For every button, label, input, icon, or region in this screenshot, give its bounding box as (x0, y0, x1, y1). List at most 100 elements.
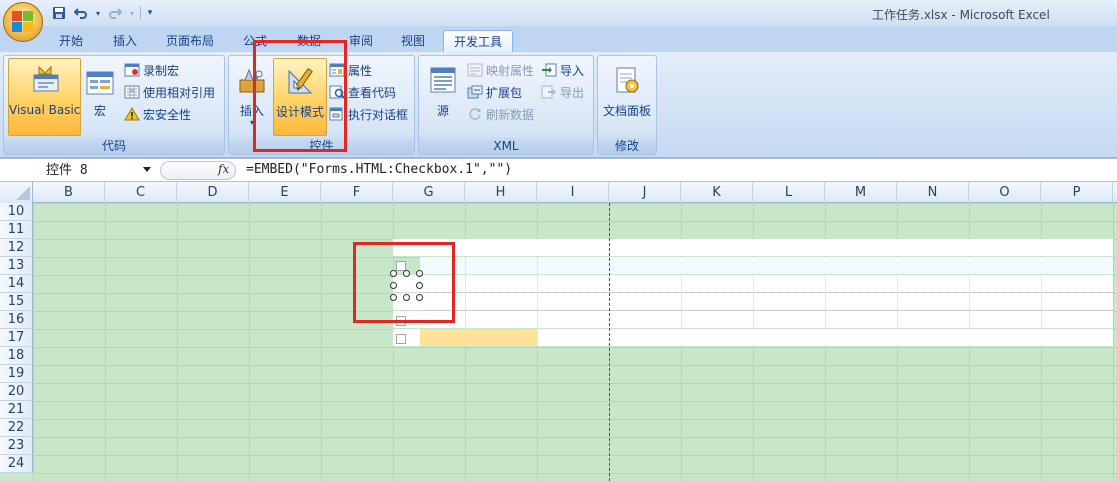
redo-icon[interactable] (106, 5, 124, 21)
export-icon (541, 85, 556, 99)
select-all-corner[interactable] (0, 182, 33, 203)
name-box-dropdown-icon[interactable] (143, 167, 151, 172)
row-header-24[interactable]: 24 (0, 455, 33, 473)
row-header-19[interactable]: 19 (0, 365, 33, 383)
row-header-14[interactable]: 14 (0, 275, 33, 293)
window-title: 工作任务.xlsx - Microsoft Excel (872, 8, 1050, 22)
design-mode-label: 设计模式 (275, 105, 324, 119)
xml-source-button[interactable]: 源 (423, 58, 463, 136)
column-header-m[interactable]: M (825, 182, 897, 203)
highlighted-cell[interactable] (420, 329, 537, 346)
record-macro-icon (124, 63, 140, 77)
save-icon[interactable] (50, 5, 68, 21)
resize-handle[interactable] (416, 270, 423, 277)
tab-developer[interactable]: 开发工具 (443, 30, 513, 52)
row-header-13[interactable]: 13 (0, 257, 33, 275)
visual-basic-button[interactable]: Visual Basic (8, 58, 81, 136)
document-panel-icon (616, 67, 639, 93)
column-header-g[interactable]: G (393, 182, 465, 203)
view-code-button[interactable]: 查看代码 (329, 82, 396, 102)
tab-data[interactable]: 数据 (286, 30, 332, 52)
tab-insert[interactable]: 插入 (102, 30, 148, 52)
row-header-20[interactable]: 20 (0, 383, 33, 401)
macros-button[interactable]: 宏 (84, 58, 116, 136)
column-header-e[interactable]: E (249, 182, 321, 203)
resize-handle[interactable] (403, 270, 410, 277)
refresh-data-button[interactable]: 刷新数据 (467, 104, 534, 124)
import-button[interactable]: 导入 (541, 60, 584, 80)
xml-source-label: 源 (436, 104, 449, 118)
worksheet-grid: B C D E F G H I J K L M N O P 10 11 12 1… (0, 182, 1117, 481)
row-header-12[interactable]: 12 (0, 239, 33, 257)
row-header-15[interactable]: 15 (0, 293, 33, 311)
map-properties-button[interactable]: 映射属性 (467, 60, 534, 80)
formula-bar: 控件 8 fx =EMBED("Forms.HTML:Checkbox.1","… (0, 158, 1117, 182)
insert-function-icon[interactable]: fx (218, 162, 229, 176)
selected-checkbox-control[interactable] (390, 270, 423, 301)
run-dialog-label: 执行对话框 (348, 107, 409, 122)
checkbox-control[interactable] (396, 334, 406, 344)
resize-handle[interactable] (416, 282, 423, 289)
tab-review[interactable]: 审阅 (338, 30, 384, 52)
row-header-16[interactable]: 16 (0, 311, 33, 329)
office-button[interactable] (3, 2, 43, 42)
checkbox-control[interactable] (396, 316, 406, 326)
column-header-j[interactable]: J (609, 182, 681, 203)
macro-security-button[interactable]: 宏安全性 (124, 104, 191, 124)
undo-icon[interactable] (72, 5, 90, 21)
column-header-b[interactable]: B (33, 182, 105, 203)
row-header-21[interactable]: 21 (0, 401, 33, 419)
visual-basic-icon (33, 65, 59, 92)
tab-home[interactable]: 开始 (48, 30, 94, 52)
macro-security-label: 宏安全性 (143, 107, 192, 122)
properties-label: 属性 (348, 63, 373, 78)
column-header-n[interactable]: N (897, 182, 969, 203)
relative-reference-icon (124, 85, 140, 99)
row-header-22[interactable]: 22 (0, 419, 33, 437)
column-header-i[interactable]: I (537, 182, 609, 203)
undo-dropdown-icon[interactable]: ▾ (94, 5, 102, 21)
resize-handle[interactable] (416, 294, 423, 301)
relative-reference-button[interactable]: 使用相对引用 (124, 82, 215, 102)
insert-control-label: 插入 (239, 104, 264, 118)
record-macro-button[interactable]: 录制宏 (124, 60, 179, 80)
row-header-17[interactable]: 17 (0, 329, 33, 347)
row-header-11[interactable]: 11 (0, 221, 33, 239)
column-header-h[interactable]: H (465, 182, 537, 203)
expansion-packs-button[interactable]: 扩展包 (467, 82, 522, 102)
row-header-23[interactable]: 23 (0, 437, 33, 455)
document-panel-button[interactable]: 文档面板 (600, 58, 654, 136)
resize-handle[interactable] (390, 270, 397, 277)
insert-control-button[interactable]: 插入 ▾ (233, 58, 271, 136)
row-header-18[interactable]: 18 (0, 347, 33, 365)
resize-handle[interactable] (390, 282, 397, 289)
insert-dropdown-icon: ▾ (249, 118, 254, 127)
row-header-10[interactable]: 10 (0, 203, 33, 221)
tab-view[interactable]: 视图 (390, 30, 436, 52)
formula-input[interactable]: =EMBED("Forms.HTML:Checkbox.1","") (246, 162, 512, 177)
code-group: Visual Basic 宏 录制宏 使用相对引用 宏安全性 代码 (3, 55, 225, 155)
column-header-o[interactable]: O (969, 182, 1041, 203)
name-box[interactable]: 控件 8 (0, 161, 158, 180)
column-header-k[interactable]: K (681, 182, 753, 203)
column-header-p[interactable]: P (1041, 182, 1113, 203)
export-button[interactable]: 导出 (541, 82, 584, 102)
column-header-d[interactable]: D (177, 182, 249, 203)
redo-dropdown-icon[interactable]: ▾ (128, 5, 136, 21)
design-mode-button[interactable]: 设计模式 (273, 58, 327, 136)
column-header-c[interactable]: C (105, 182, 177, 203)
band-gridlines (465, 257, 1042, 346)
run-dialog-button[interactable]: 执行对话框 (329, 104, 408, 124)
office-logo-icon (12, 11, 34, 33)
resize-handle[interactable] (390, 294, 397, 301)
properties-button[interactable]: 属性 (329, 60, 372, 80)
expansion-packs-icon (467, 85, 483, 99)
resize-handle[interactable] (403, 294, 410, 301)
tab-page-layout[interactable]: 页面布局 (158, 30, 222, 52)
export-label: 导出 (560, 85, 585, 100)
column-header-l[interactable]: L (753, 182, 825, 203)
map-properties-label: 映射属性 (486, 63, 535, 78)
customize-qat-icon[interactable]: ▾ (145, 5, 155, 21)
tab-formulas[interactable]: 公式 (232, 30, 278, 52)
column-header-f[interactable]: F (321, 182, 393, 203)
